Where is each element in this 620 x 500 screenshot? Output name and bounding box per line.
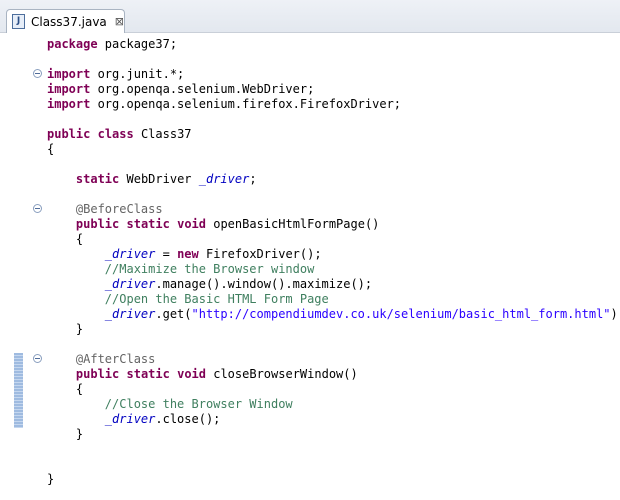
code-line-18: //Open the Basic HTML Form Page — [47, 292, 620, 307]
code-line-7: public class Class37 — [47, 127, 620, 142]
code-line-23: public static void closeBrowserWindow() — [47, 367, 620, 382]
code-token: openBasicHtmlFormPage() — [206, 217, 380, 231]
code-token: } — [75, 427, 84, 441]
code-line-10: static WebDriver _driver; — [47, 172, 620, 187]
code-line-8: { — [47, 142, 620, 157]
code-token: { — [75, 232, 84, 246]
close-icon[interactable]: ⊠ — [115, 15, 124, 28]
code-line-16: //Maximize the Browser window — [47, 262, 620, 277]
change-marker — [14, 353, 23, 428]
code-line-26: _driver.close(); — [47, 412, 620, 427]
keyword: static — [75, 172, 120, 186]
code-token: = — [155, 247, 178, 261]
code-line-5: import org.openqa.selenium.firefox.Firef… — [47, 97, 620, 112]
code-token: { — [47, 142, 55, 156]
java-editor: J Class37.java ⊠ package package37; impor… — [0, 0, 620, 500]
code-text[interactable]: package package37; import org.junit.*; imp… — [47, 37, 620, 487]
keyword: import — [47, 97, 91, 111]
keyword: static — [126, 367, 170, 381]
keyword: public — [47, 127, 91, 141]
fold-method-close-icon[interactable] — [33, 354, 42, 363]
field-reference: _driver — [104, 412, 156, 426]
code-line-1: package package37; — [47, 37, 620, 52]
code-line-22: @AfterClass — [47, 352, 620, 367]
code-token: closeBrowserWindow() — [206, 367, 358, 381]
keyword: static — [126, 217, 170, 231]
keyword: class — [97, 127, 134, 141]
comment: //Open the Basic HTML Form Page — [104, 292, 329, 306]
comment: //Close the Browser Window — [104, 397, 293, 411]
code-token: org.junit.*; — [90, 67, 185, 81]
keyword: import — [47, 82, 91, 96]
keyword: new — [177, 247, 199, 261]
string-literal: "http://compendiumdev.co.uk/selenium/bas… — [191, 307, 611, 321]
field-reference: _driver — [104, 247, 156, 261]
fold-imports-icon[interactable] — [33, 69, 42, 78]
code-line-20: } — [47, 322, 620, 337]
code-line-24: { — [47, 382, 620, 397]
code-line-30: } — [47, 472, 620, 487]
code-token: WebDriver — [119, 172, 199, 186]
code-token: ); — [610, 307, 620, 321]
code-token: } — [75, 322, 84, 336]
code-token: { — [75, 382, 84, 396]
code-token: package37; — [97, 37, 178, 51]
fold-method-open-icon[interactable] — [33, 204, 42, 213]
keyword: package — [47, 37, 98, 51]
code-line-17: _driver.manage().window().maximize(); — [47, 277, 620, 292]
code-token: .get( — [155, 307, 192, 321]
keyword: import — [47, 67, 91, 81]
editor-tab-bar: J Class37.java ⊠ — [0, 0, 620, 33]
tab-class37-java[interactable]: J Class37.java ⊠ — [6, 9, 125, 33]
code-line-4: import org.openqa.selenium.WebDriver; — [47, 82, 620, 97]
tab-label: Class37.java — [30, 14, 107, 29]
annotation: @BeforeClass — [75, 202, 163, 216]
annotation: @AfterClass — [75, 352, 156, 366]
comment: //Maximize the Browser window — [104, 262, 315, 276]
keyword: void — [177, 217, 206, 231]
code-line-12: @BeforeClass — [47, 202, 620, 217]
code-token: FirefoxDriver(); — [198, 247, 322, 261]
code-token: org.openqa.selenium.WebDriver; — [90, 82, 315, 96]
keyword: public — [75, 367, 120, 381]
code-token: } — [47, 472, 55, 486]
java-file-icon: J — [12, 14, 25, 29]
editor-gutter — [0, 33, 38, 500]
code-line-14: { — [47, 232, 620, 247]
field-reference: _driver — [198, 172, 250, 186]
code-token: .manage().window().maximize(); — [155, 277, 373, 291]
code-line-19: _driver.get("http://compendiumdev.co.uk/… — [47, 307, 620, 322]
code-line-25: //Close the Browser Window — [47, 397, 620, 412]
code-line-27: } — [47, 427, 620, 442]
code-token: ; — [249, 172, 257, 186]
code-line-3: import org.junit.*; — [47, 67, 620, 82]
keyword: void — [177, 367, 206, 381]
code-editor[interactable]: package package37; import org.junit.*; imp… — [0, 33, 620, 500]
field-reference: _driver — [104, 307, 156, 321]
code-token: org.openqa.selenium.firefox.FirefoxDrive… — [90, 97, 402, 111]
code-line-13: public static void openBasicHtmlFormPage… — [47, 217, 620, 232]
keyword: public — [75, 217, 120, 231]
code-line-15: _driver = new FirefoxDriver(); — [47, 247, 620, 262]
code-token: Class37 — [133, 127, 192, 141]
field-reference: _driver — [104, 277, 156, 291]
code-token: .close(); — [155, 412, 221, 426]
